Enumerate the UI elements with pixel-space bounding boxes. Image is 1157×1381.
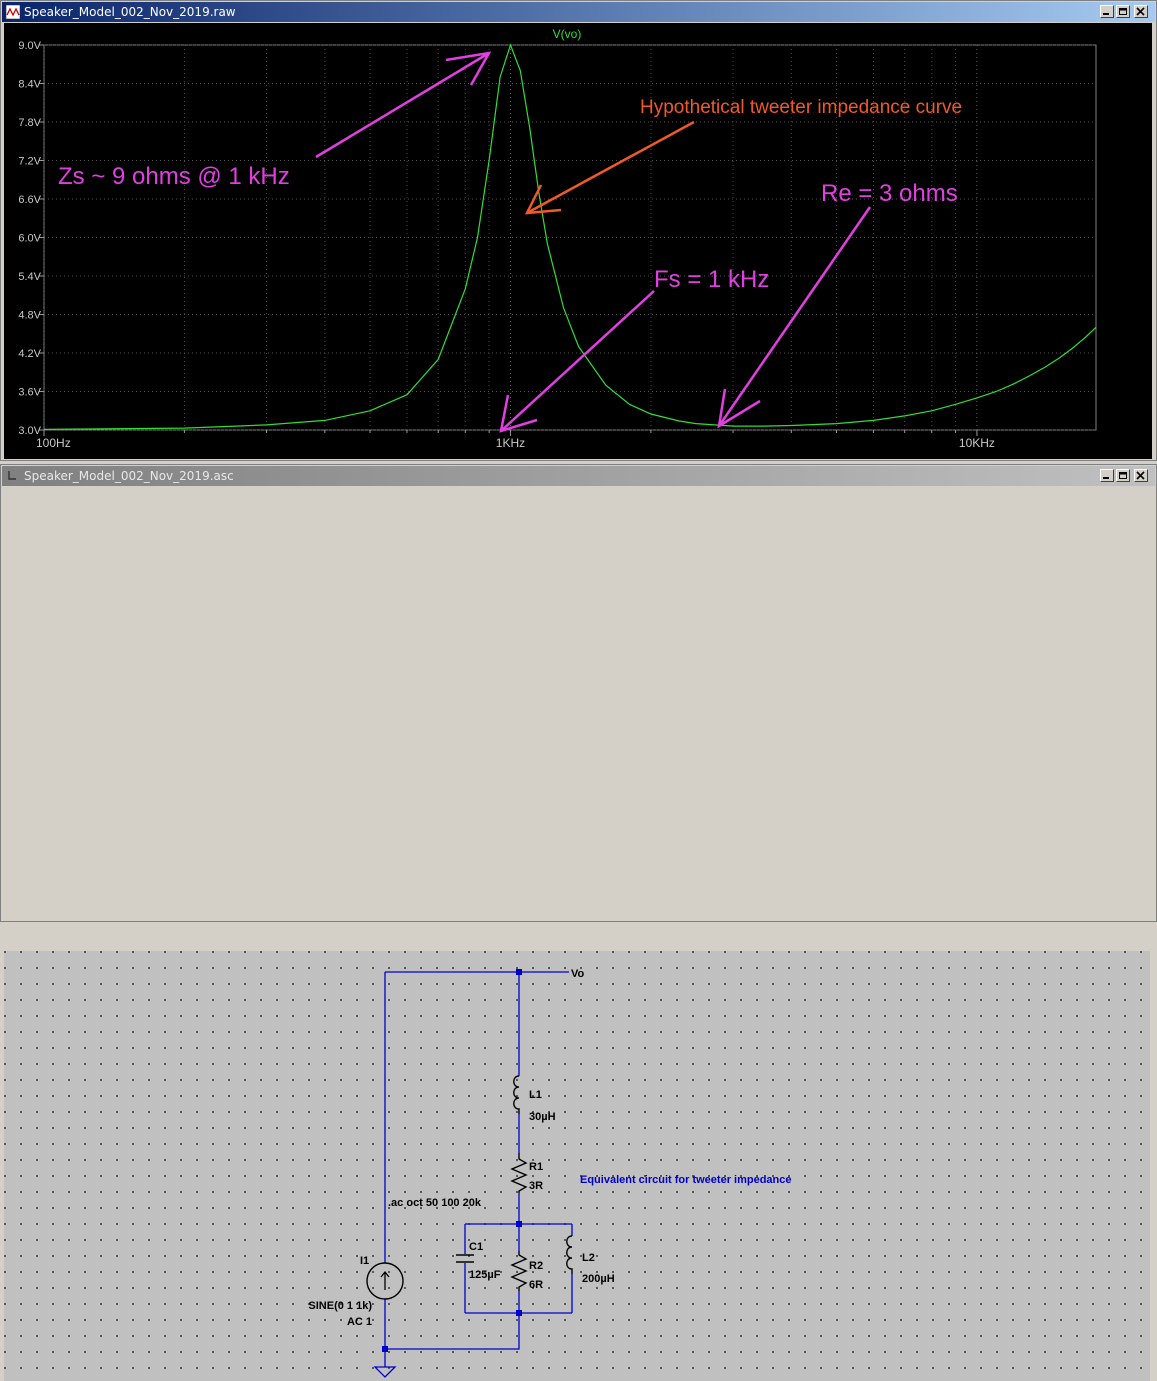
re-annotation-text: Re = 3 ohms <box>821 180 958 207</box>
waveform-chart: 9.0V 8.4V 7.8V 7.2V 6.6V 6.0V 5.4V 4.8V 4.2V 3.6V… <box>18 27 1097 450</box>
waveform-app-icon <box>6 5 20 19</box>
schematic-drawing: L1 30µH R1 3R C1 125µF R2 6R L2 200µH I1… <box>308 968 792 1378</box>
l1-value: 30µH <box>529 1111 556 1123</box>
r1-label: R1 <box>529 1161 543 1173</box>
i1-label: I1 <box>360 1255 369 1267</box>
fs-arrow-shaft <box>500 290 655 432</box>
inductor-l1[interactable]: L1 30µH <box>513 1075 556 1123</box>
waveform-plot-area[interactable]: 9.0V 8.4V 7.8V 7.2V 6.6V 6.0V 5.4V 4.8V 4.2V 3.6V… <box>4 23 1152 459</box>
net-label-vo[interactable]: Vo <box>571 968 585 980</box>
y-tick-label: 6.0V <box>18 233 41 245</box>
c1-label: C1 <box>469 1241 483 1253</box>
resistor-r2[interactable]: R2 6R <box>510 1251 543 1291</box>
junctions <box>382 969 522 1352</box>
restore-button[interactable] <box>1116 5 1130 18</box>
wire-bottom[interactable] <box>384 1299 520 1350</box>
trace-legend-label[interactable]: V(vo) <box>553 27 582 41</box>
l2-label: L2 <box>582 1252 595 1264</box>
x-axis-ticks: 100Hz 1KHz 10KHz <box>36 430 995 450</box>
annotation-re: Re = 3 ohms <box>717 180 958 429</box>
x-tick-label: 1KHz <box>496 436 525 450</box>
plot-window-title: Speaker_Model_002_Nov_2019.raw <box>24 5 236 19</box>
l1-label: L1 <box>529 1089 542 1101</box>
y-tick-label: 5.4V <box>18 271 41 283</box>
re-arrow-shaft <box>717 206 872 427</box>
spice-directive[interactable]: .ac oct 50 100 20k <box>388 1197 482 1209</box>
y-tick-label: 9.0V <box>18 40 41 52</box>
resistor-r1[interactable]: R1 3R <box>510 1153 543 1193</box>
wires <box>384 971 573 1367</box>
i1-value-ac: AC 1 <box>347 1316 372 1328</box>
ground-symbol[interactable] <box>373 1366 397 1378</box>
schematic-window: Speaker_Model_002_Nov_2019.asc L1 30µH R… <box>0 464 1157 1381</box>
capacitor-c1[interactable]: C1 125µF <box>456 1241 501 1281</box>
r2-value: 6R <box>529 1279 543 1291</box>
inductor-l2[interactable]: L2 200µH <box>566 1235 615 1285</box>
schematic-minimize-button[interactable] <box>1100 469 1114 482</box>
minimize-icon <box>1103 13 1109 15</box>
schematic-restore-button[interactable] <box>1116 469 1130 482</box>
y-tick-label: 4.8V <box>18 310 41 322</box>
close-icon <box>1136 471 1145 480</box>
close-button[interactable] <box>1134 5 1148 18</box>
l2-value: 200µH <box>582 1273 615 1285</box>
plot-window: Speaker_Model_002_Nov_2019.raw 9.0V 8.4V 7… <box>0 0 1157 461</box>
restore-icon <box>1119 8 1127 15</box>
i1-value-sine: SINE(0 1 1k) <box>308 1300 372 1312</box>
y-tick-label: 3.6V <box>18 387 41 399</box>
r1-value: 3R <box>529 1180 543 1192</box>
minimize-button[interactable] <box>1100 5 1114 18</box>
y-tick-label: 4.2V <box>18 348 41 360</box>
y-tick-label: 8.4V <box>18 79 41 91</box>
zs-annotation-text: Zs ~ 9 ohms @ 1 kHz <box>58 163 290 190</box>
close-icon <box>1136 7 1145 16</box>
schematic-close-button[interactable] <box>1134 469 1148 482</box>
x-tick-label: 100Hz <box>36 436 71 450</box>
y-axis-ticks: 9.0V 8.4V 7.8V 7.2V 6.6V 6.0V 5.4V 4.8V 4.2V 3.6V… <box>18 40 44 437</box>
c1-value: 125µF <box>469 1269 501 1281</box>
schematic-comment[interactable]: Equivalent circuit for tweeter impedance <box>580 1174 792 1186</box>
r2-label: R2 <box>529 1260 543 1272</box>
fs-annotation-text: Fs = 1 kHz <box>654 266 769 293</box>
plot-window-titlebar[interactable]: Speaker_Model_002_Nov_2019.raw <box>2 2 1155 22</box>
restore-icon <box>1119 472 1127 479</box>
curve-annotation-text: Hypothetical tweeter impedance curve <box>640 97 962 118</box>
y-tick-label: 7.8V <box>18 117 41 129</box>
minimize-icon <box>1103 477 1109 479</box>
schematic-app-icon <box>8 471 16 480</box>
zs-arrow-shaft <box>315 51 490 159</box>
y-tick-label: 6.6V <box>18 194 41 206</box>
schematic-canvas[interactable]: L1 30µH R1 3R C1 125µF R2 6R L2 200µH I1… <box>4 951 1150 1381</box>
current-source-i1[interactable]: I1 SINE(0 1 1k) AC 1 <box>308 1255 404 1328</box>
schematic-window-titlebar[interactable]: Speaker_Model_002_Nov_2019.asc <box>2 466 1155 486</box>
y-tick-label: 7.2V <box>18 156 41 168</box>
schematic-window-title: Speaker_Model_002_Nov_2019.asc <box>24 469 234 483</box>
x-tick-label: 10KHz <box>959 436 995 450</box>
